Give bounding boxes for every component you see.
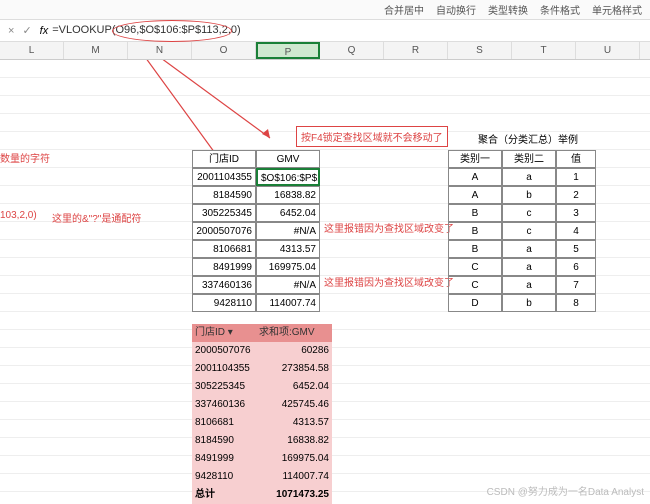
col-N[interactable]: N: [128, 42, 192, 59]
col-M[interactable]: M: [64, 42, 128, 59]
table-cell[interactable]: 4: [556, 222, 596, 240]
table-cell[interactable]: 7: [556, 276, 596, 294]
table-cell[interactable]: 273854.58: [256, 360, 332, 378]
table-cell[interactable]: 60286: [256, 342, 332, 360]
annotation-wildcard: 这里的&"?"是通配符: [52, 210, 141, 225]
table-cell[interactable]: A: [448, 186, 502, 204]
table-cell[interactable]: 2: [556, 186, 596, 204]
confirm-icon[interactable]: ✓: [18, 24, 35, 37]
cell-format[interactable]: 单元格样式: [592, 2, 642, 17]
table-cell[interactable]: 425745.46: [256, 396, 332, 414]
table-cell[interactable]: 2000507076: [192, 222, 256, 240]
spreadsheet-grid[interactable]: 数量的字符 103,2,0) 这里的&"?"是通配符 按F4锁定查找区域就不会移…: [0, 60, 650, 500]
table-cell[interactable]: B: [448, 204, 502, 222]
type-convert[interactable]: 类型转换: [488, 2, 528, 17]
table-cell[interactable]: 169975.04: [256, 258, 320, 276]
table-cell[interactable]: 305225345: [192, 378, 256, 396]
agg-title: 聚合（分类汇总）举例: [448, 132, 608, 150]
table-cell[interactable]: 114007.74: [256, 468, 332, 486]
col-L[interactable]: L: [0, 42, 64, 59]
table-cell[interactable]: C: [448, 258, 502, 276]
table-cell[interactable]: a: [502, 258, 556, 276]
table-cell[interactable]: B: [448, 222, 502, 240]
conditional-format[interactable]: 条件格式: [540, 2, 580, 17]
table-cell[interactable]: B: [448, 240, 502, 258]
agg-h1[interactable]: 类别一: [448, 150, 502, 168]
table-cell[interactable]: D: [448, 294, 502, 312]
table-cell[interactable]: c: [502, 204, 556, 222]
formula-bar: × ✓ fx =VLOOKUP(O96,$O$106:$P$113,2,0): [0, 20, 650, 42]
table-cell[interactable]: 16838.82: [256, 186, 320, 204]
table-cell[interactable]: 1: [556, 168, 596, 186]
agg-h3[interactable]: 值: [556, 150, 596, 168]
table-cell[interactable]: b: [502, 186, 556, 204]
watermark: CSDN @努力成为一名Data Analyst: [487, 483, 644, 498]
table-cell[interactable]: 8491999: [192, 258, 256, 276]
col-Q[interactable]: Q: [320, 42, 384, 59]
table-cell[interactable]: $O$106:$P$11: [256, 168, 320, 186]
table-cell[interactable]: 8106681: [192, 414, 256, 432]
table-cell[interactable]: 2001104355: [192, 168, 256, 186]
table-cell[interactable]: C: [448, 276, 502, 294]
table-cell[interactable]: 305225345: [192, 204, 256, 222]
table-cell[interactable]: 8106681: [192, 240, 256, 258]
table-cell[interactable]: 8: [556, 294, 596, 312]
table-cell[interactable]: a: [502, 240, 556, 258]
table-cell[interactable]: #N/A: [256, 222, 320, 240]
annotation-error2: 这里报错因为查找区域改变了: [324, 274, 454, 289]
table-cell[interactable]: 9428110: [192, 468, 256, 486]
table-cell[interactable]: 6452.04: [256, 204, 320, 222]
t2-header-store[interactable]: 门店ID ▾: [192, 324, 256, 342]
table-cell[interactable]: #N/A: [256, 276, 320, 294]
t2-header-sum[interactable]: 求和项:GMV: [256, 324, 332, 342]
merge-center[interactable]: 合并居中: [384, 2, 424, 17]
table-cell[interactable]: 8491999: [192, 450, 256, 468]
t2-total-value[interactable]: 1071473.25: [256, 486, 332, 504]
table-cell[interactable]: 4313.57: [256, 240, 320, 258]
table-cell[interactable]: 169975.04: [256, 450, 332, 468]
table-cell[interactable]: 2000507076: [192, 342, 256, 360]
table-cell[interactable]: a: [502, 168, 556, 186]
table-cell[interactable]: A: [448, 168, 502, 186]
table-cell[interactable]: 5: [556, 240, 596, 258]
table-cell[interactable]: c: [502, 222, 556, 240]
cancel-icon[interactable]: ×: [4, 25, 18, 37]
col-R[interactable]: R: [384, 42, 448, 59]
table-cell[interactable]: a: [502, 276, 556, 294]
table-cell[interactable]: 8184590: [192, 186, 256, 204]
table-cell[interactable]: 337460136: [192, 276, 256, 294]
column-headers: L M N O P Q R S T U: [0, 42, 650, 60]
agg-h2[interactable]: 类别二: [502, 150, 556, 168]
fx-icon[interactable]: fx: [36, 25, 53, 37]
table-cell[interactable]: 337460136: [192, 396, 256, 414]
col-S[interactable]: S: [448, 42, 512, 59]
col-U[interactable]: U: [576, 42, 640, 59]
table-cell[interactable]: 3: [556, 204, 596, 222]
toolbar: 合并居中 自动换行 类型转换 条件格式 单元格样式: [0, 0, 650, 20]
annotation-error1: 这里报错因为查找区域改变了: [324, 220, 454, 235]
table-cell[interactable]: b: [502, 294, 556, 312]
table-cell[interactable]: 8184590: [192, 432, 256, 450]
table-cell[interactable]: 6452.04: [256, 378, 332, 396]
table-cell[interactable]: 6: [556, 258, 596, 276]
col-T[interactable]: T: [512, 42, 576, 59]
col-P[interactable]: P: [256, 42, 320, 59]
table-cell[interactable]: 4313.57: [256, 414, 332, 432]
wrap-text[interactable]: 自动换行: [436, 2, 476, 17]
table-cell[interactable]: 2001104355: [192, 360, 256, 378]
table-cell[interactable]: 16838.82: [256, 432, 332, 450]
table-cell[interactable]: 114007.74: [256, 294, 320, 312]
t2-total-label[interactable]: 总计: [192, 486, 256, 504]
dropdown-icon[interactable]: ▾: [228, 327, 233, 338]
col-O[interactable]: O: [192, 42, 256, 59]
annotation-formula-part: 103,2,0): [0, 210, 37, 221]
table-cell[interactable]: 9428110: [192, 294, 256, 312]
t1-header-gmv[interactable]: GMV: [256, 150, 320, 168]
annotation-char-count: 数量的字符: [0, 150, 50, 165]
annotation-f4-lock: 按F4锁定查找区域就不会移动了: [296, 126, 448, 147]
t1-header-store[interactable]: 门店ID: [192, 150, 256, 168]
formula-input[interactable]: =VLOOKUP(O96,$O$106:$P$113,2,0): [52, 24, 240, 37]
